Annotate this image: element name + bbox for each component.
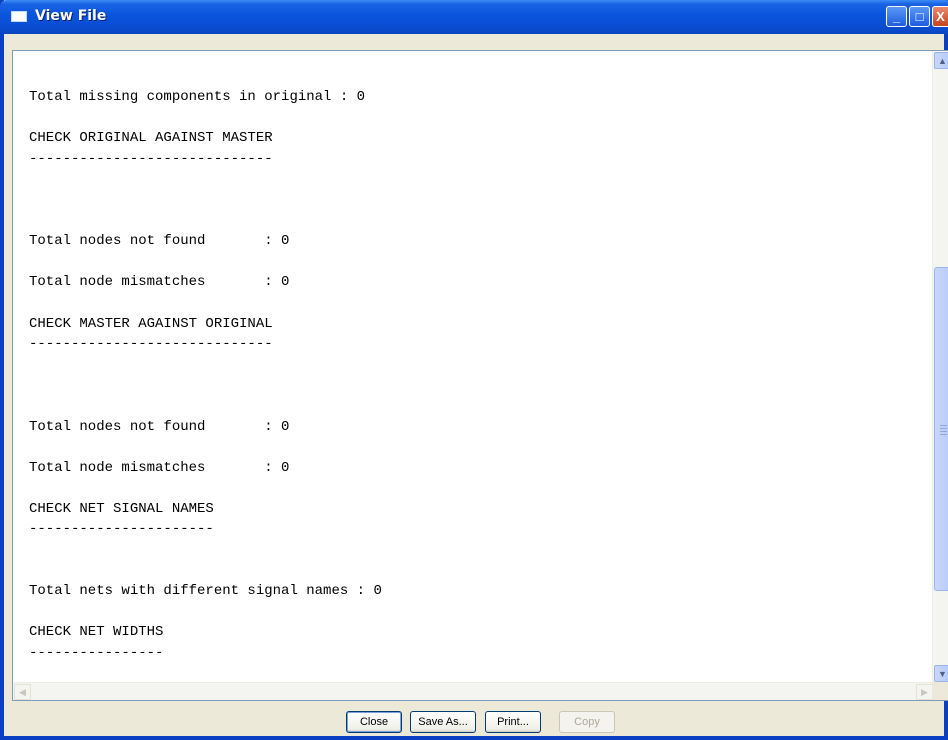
file-viewer[interactable]: Total missing components in original : 0… [12, 50, 948, 701]
scrollbar-corner [932, 682, 948, 700]
up-arrow-icon: ▲ [938, 55, 947, 66]
minimize-icon: _ [892, 9, 901, 24]
window-title: View File [35, 8, 107, 24]
left-arrow-icon: ◀ [19, 686, 26, 697]
horizontal-scrollbar[interactable]: ◀ ▶ [13, 682, 934, 700]
vertical-scroll-thumb[interactable] [934, 267, 948, 591]
right-arrow-icon: ▶ [921, 686, 928, 697]
close-window-button[interactable]: X [932, 6, 948, 27]
minimize-button[interactable]: _ [886, 6, 907, 27]
grip-line [940, 434, 947, 435]
maximize-icon: □ [915, 9, 924, 24]
close-icon: X [936, 9, 945, 24]
grip-line [940, 431, 947, 432]
down-arrow-icon: ▼ [938, 668, 947, 679]
scroll-right-button[interactable]: ▶ [916, 684, 933, 700]
close-button[interactable]: Close [346, 711, 402, 733]
button-row: Close Save As... Print... Copy [4, 711, 944, 735]
save-as-button[interactable]: Save As... [410, 711, 476, 733]
copy-button: Copy [559, 711, 615, 733]
window-icon [11, 11, 27, 22]
file-text-area[interactable]: Total missing components in original : 0… [13, 51, 934, 683]
scroll-down-button[interactable]: ▼ [934, 665, 948, 682]
scroll-up-button[interactable]: ▲ [934, 52, 948, 69]
scroll-left-button[interactable]: ◀ [14, 684, 31, 700]
file-content: Total missing components in original : 0… [29, 89, 382, 662]
vertical-scrollbar[interactable]: ▲ ▼ [932, 51, 948, 683]
view-file-window: View File _ □ X Total missing components… [0, 0, 948, 740]
grip-line [940, 425, 947, 426]
title-bar[interactable]: View File _ □ X [0, 0, 948, 34]
maximize-button[interactable]: □ [909, 6, 930, 27]
grip-line [940, 428, 947, 429]
print-button[interactable]: Print... [485, 711, 541, 733]
